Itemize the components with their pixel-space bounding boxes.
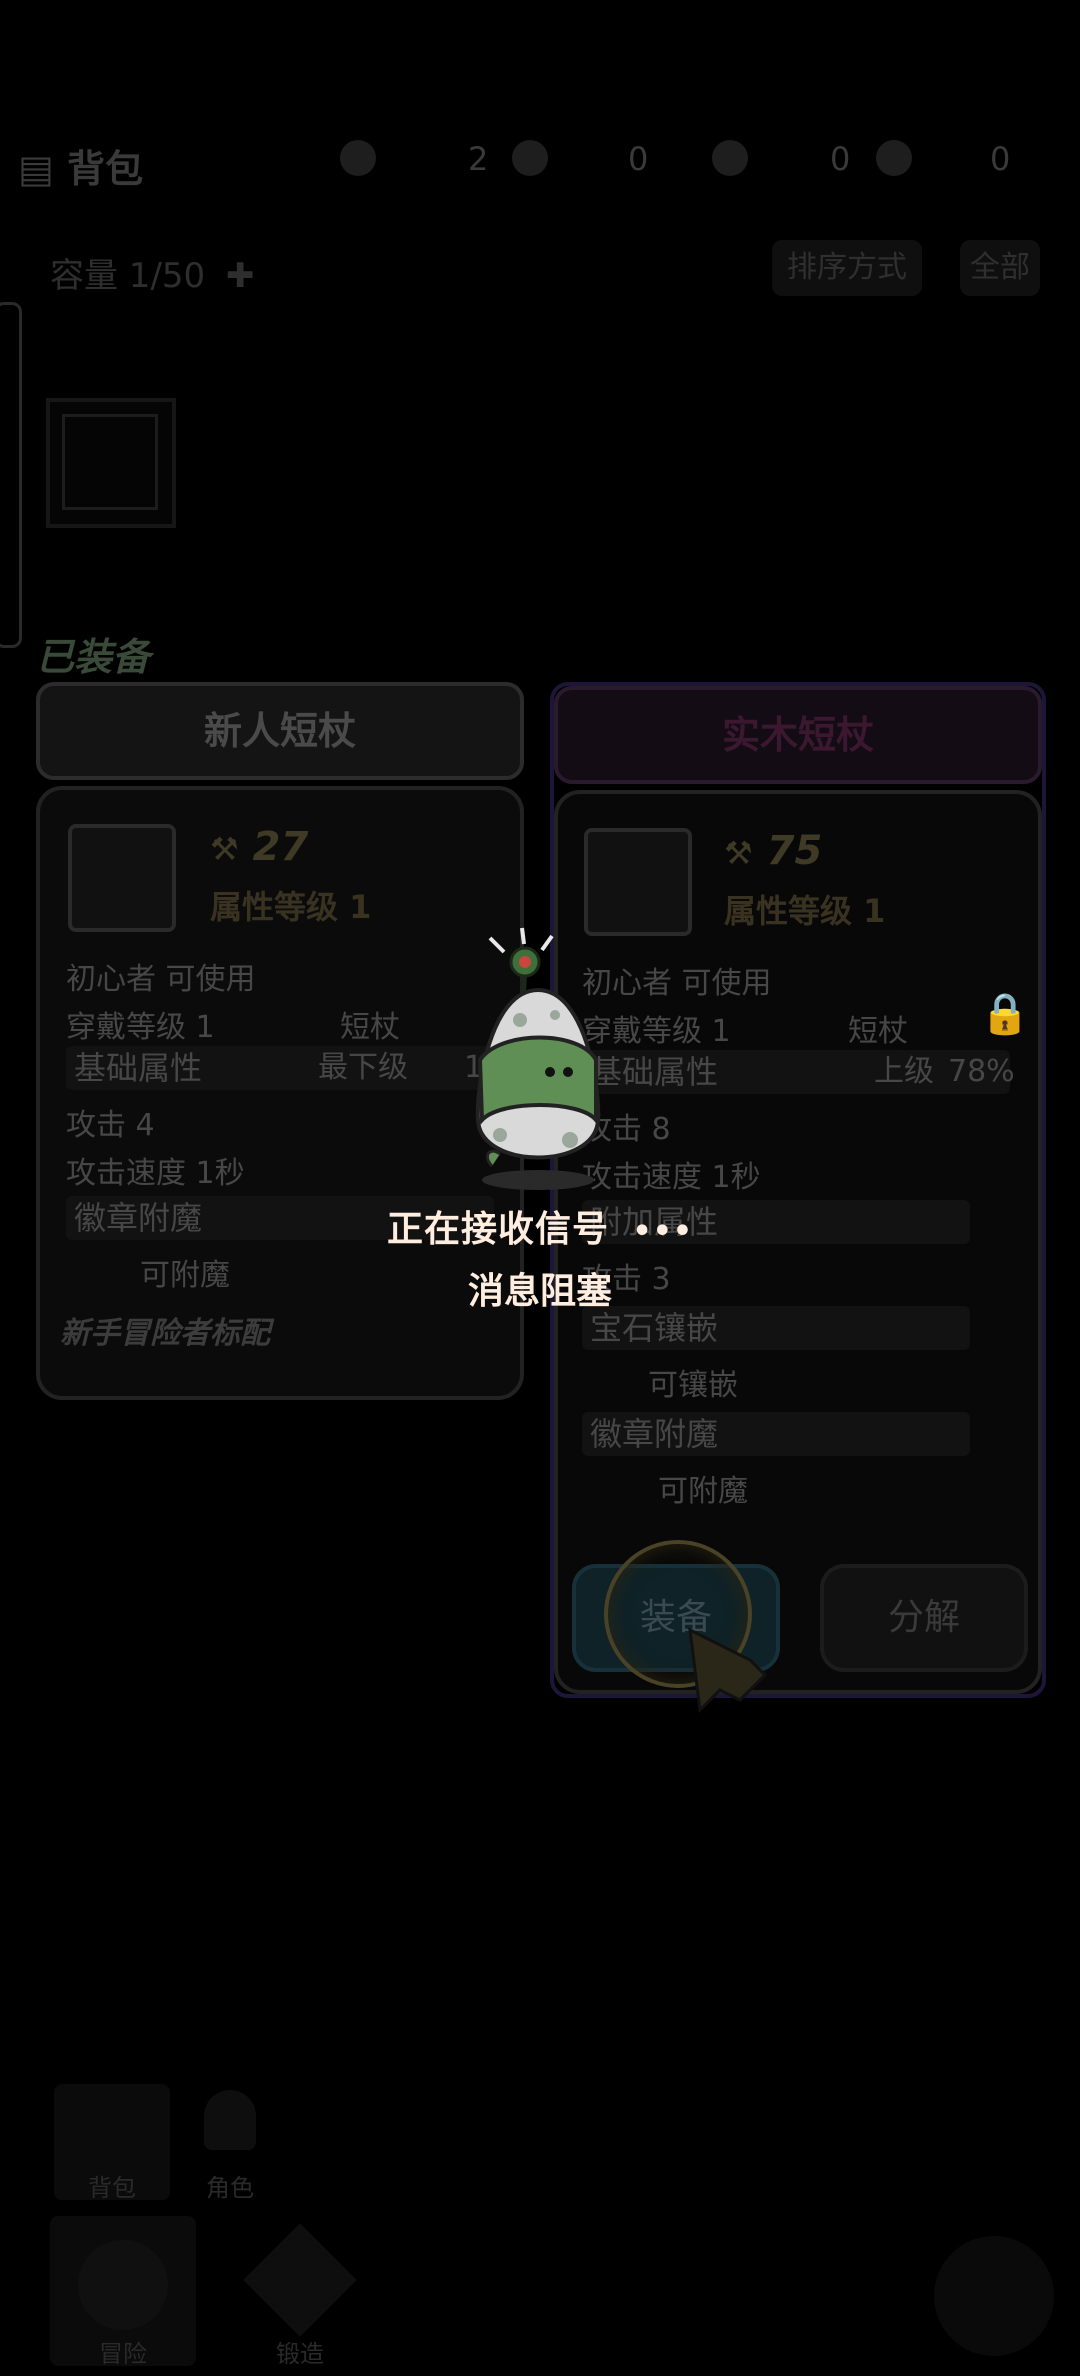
power-icon: ⚒ <box>210 830 239 868</box>
capacity-label: 容量 1/50 ✚ <box>50 256 255 296</box>
weapon-type: 短杖 <box>340 1010 400 1045</box>
person-icon <box>204 2090 256 2150</box>
gem-icon <box>340 140 376 176</box>
shield-icon <box>876 140 912 176</box>
item-name: 实木短杖 <box>554 686 1042 784</box>
item-name: 新人短杖 <box>36 682 524 780</box>
base-attr-section: 基础属性 最下级 13% <box>66 1046 531 1090</box>
lock-icon[interactable]: 🔒 <box>980 990 1030 1037</box>
badge-section: 徽章附魔 <box>582 1412 970 1456</box>
nav-adventure-label: 冒险 <box>99 2340 147 2368</box>
attack-stat: 攻击 4 <box>66 1108 155 1143</box>
egg-mascot-icon <box>475 927 601 1190</box>
loading-message: 正在接收信号 ••• <box>386 1209 694 1250</box>
gem-value: 可镶嵌 <box>648 1368 738 1403</box>
sort-button[interactable]: 排序方式 <box>772 240 922 296</box>
hammer-icon <box>243 2223 357 2337</box>
weapon-type: 短杖 <box>848 1014 908 1049</box>
corner-action-icon[interactable] <box>934 2236 1054 2356</box>
resource-value-shield: 0 <box>990 140 1011 178</box>
wear-level: 穿戴等级 1 <box>66 1010 215 1045</box>
new-item-card: 实木短杖 ⚒ 75 属性等级 1 初心者 可使用 穿戴等级 1 短杖 🔒 基础属… <box>550 682 1046 1698</box>
attr-level: 属性等级 1 <box>724 892 886 930</box>
equipped-tag: 已装备 <box>36 635 151 679</box>
nav-bag-button[interactable]: 背包 <box>54 2084 170 2202</box>
bag-icon: ▤ <box>18 147 54 191</box>
nav-bag-label: 背包 <box>88 2174 136 2202</box>
resource-value-feather: 0 <box>628 140 649 178</box>
nav-character-label: 角色 <box>206 2174 254 2202</box>
nav-forge-button[interactable]: 锻造 <box>240 2216 360 2368</box>
resource-value-hourglass: 0 <box>830 140 851 178</box>
slot-frame <box>62 414 158 510</box>
nav-character-button[interactable]: 角色 <box>190 2084 270 2202</box>
attr-level: 属性等级 1 <box>210 888 372 926</box>
power-icon: ⚒ <box>724 834 753 872</box>
nav-adventure-button[interactable]: 冒险 <box>50 2216 196 2368</box>
filter-button[interactable]: 全部 <box>960 240 1040 296</box>
bag-title: ▤ 背包 <box>18 147 144 191</box>
feather-icon <box>512 140 548 176</box>
plus-icon[interactable]: ✚ <box>226 256 255 296</box>
power-value: ⚒ 27 <box>210 824 309 870</box>
compass-icon <box>78 2240 168 2330</box>
inventory-slot[interactable] <box>46 398 176 528</box>
pointer-hand-icon <box>688 1627 768 1714</box>
loading-status: 消息阻塞 <box>467 1271 612 1312</box>
power-value: ⚒ 75 <box>724 828 823 874</box>
staff-icon <box>68 824 176 932</box>
decompose-button[interactable]: 分解 <box>820 1564 1028 1672</box>
attack-speed-stat: 攻击速度 1秒 <box>66 1156 245 1191</box>
resource-value-gem: 2 <box>468 140 489 178</box>
side-drawer-tab[interactable] <box>0 302 22 648</box>
badge-value: 可附魔 <box>658 1474 748 1509</box>
nav-forge-label: 锻造 <box>276 2340 324 2368</box>
usable-class: 初心者 可使用 <box>66 962 256 997</box>
hourglass-icon <box>712 140 748 176</box>
base-attr-section: 基础属性 上级 78% <box>582 1050 1015 1094</box>
flavor-text: 新手冒险者标配 <box>60 1316 270 1351</box>
